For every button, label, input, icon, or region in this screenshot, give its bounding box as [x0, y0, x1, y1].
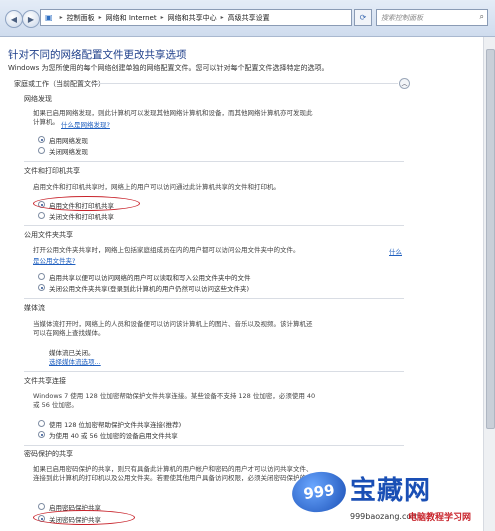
profile-header[interactable]: 家庭或工作（当前配置文件） [14, 79, 105, 89]
encryption-40-radio[interactable] [38, 431, 45, 438]
discovery-on-label[interactable]: 启用网络发现 [49, 135, 88, 145]
what-is-public-folder-link[interactable]: 什么 [389, 246, 402, 256]
search-input[interactable]: 搜索控制面板 ⌕ [376, 9, 488, 26]
breadcrumb-separator-icon: ▸ [160, 14, 164, 21]
public-off-radio[interactable] [38, 284, 45, 291]
highlight-oval [33, 196, 140, 211]
forward-button[interactable]: ▶ [22, 10, 40, 28]
watermark-slogan: 电脑教程学习网 [408, 513, 472, 523]
discovery-off-label[interactable]: 关闭网络发现 [49, 146, 88, 156]
media-options-link[interactable]: 选择媒体流选项... [49, 356, 101, 366]
breadcrumb-network-sharing-center[interactable]: 网络和共享中心 [168, 13, 217, 23]
search-icon: ⌕ [479, 12, 484, 21]
printer-off-label[interactable]: 关闭文件和打印机共享 [49, 211, 114, 221]
breadcrumb-separator-icon: ▸ [98, 14, 102, 21]
page-title: 针对不同的网络配置文件更改共享选项 [8, 49, 187, 61]
refresh-icon: ⟳ [359, 13, 367, 22]
back-button[interactable]: ◀ [5, 10, 23, 28]
encryption-128-radio[interactable] [38, 420, 45, 427]
discovery-description: 如果已启用网络发现，则此计算机可以发现其他网络计算机和设备，而其他网络计算机亦可… [33, 109, 313, 117]
refresh-button[interactable]: ⟳ [354, 9, 372, 26]
public-on-radio[interactable] [38, 273, 45, 280]
page-description: Windows 为您所使用的每个网络创建单独的网络配置文件。您可以针对每个配置文… [8, 64, 329, 72]
scrollbar-thumb[interactable] [486, 49, 495, 429]
encryption-128-label[interactable]: 使用 128 位加密帮助保护文件共享连接(推荐) [49, 419, 181, 429]
address-bar: ◀ ▶ ▣ ▸ 控制面板 ▸ 网络和 Internet ▸ 网络和共享中心 ▸ … [0, 0, 495, 37]
folder-icon: ▣ [45, 13, 53, 22]
encryption-40-label[interactable]: 为使用 40 或 56 位加密的设备启用文件共享 [49, 430, 178, 440]
divider [24, 161, 404, 162]
discovery-off-radio[interactable] [38, 147, 45, 154]
section-title-connection: 文件共享连接 [24, 377, 66, 385]
what-is-public-folder-link-line2[interactable]: 是公用文件夹? [33, 255, 75, 265]
address-box[interactable]: ▣ ▸ 控制面板 ▸ 网络和 Internet ▸ 网络和共享中心 ▸ 高级共享… [40, 9, 352, 26]
breadcrumb-advanced-sharing[interactable]: 高级共享设置 [228, 13, 270, 23]
password-on-radio[interactable] [38, 503, 45, 510]
collapse-chevron-icon[interactable]: ︿ [399, 78, 410, 89]
watermark-badge: 999 [289, 468, 349, 516]
section-title-password: 密码保护的共享 [24, 450, 73, 458]
section-title-media: 媒体流 [24, 304, 45, 312]
divider [92, 83, 398, 84]
media-description-line2: 可以在网络上查找媒体。 [33, 329, 105, 337]
public-off-label[interactable]: 关闭公用文件夹共享(登录到此计算机的用户仍然可以访问这些文件夹) [49, 283, 249, 293]
breadcrumb-network-internet[interactable]: 网络和 Internet [106, 13, 157, 23]
divider [24, 298, 404, 299]
settings-panel: 针对不同的网络配置文件更改共享选项 Windows 为您所使用的每个网络创建单独… [0, 37, 483, 531]
back-arrow-icon: ◀ [10, 14, 18, 24]
printer-description: 启用文件和打印机共享时，网络上的用户可以访问通过此计算机共享的文件和打印机。 [33, 183, 280, 191]
divider [24, 445, 404, 446]
section-title-discovery: 网络发现 [24, 95, 52, 103]
breadcrumb-separator-icon: ▸ [220, 14, 224, 21]
highlight-oval [33, 510, 135, 525]
forward-arrow-icon: ▶ [27, 14, 35, 24]
section-title-public: 公用文件夹共享 [24, 231, 73, 239]
breadcrumb-control-panel[interactable]: 控制面板 [67, 13, 95, 23]
search-placeholder: 搜索控制面板 [381, 14, 423, 22]
connection-description-line2: 或 56 位加密。 [33, 401, 78, 409]
divider [24, 225, 404, 226]
divider [24, 371, 404, 372]
discovery-description-line2: 计算机。 [33, 118, 59, 126]
watermark-name: 宝藏网 [350, 476, 432, 506]
watermark: 999 宝藏网 999baozang.com 电脑教程学习网 [289, 468, 483, 531]
breadcrumb-separator-icon: ▸ [59, 14, 63, 21]
vertical-scrollbar[interactable] [483, 37, 495, 531]
public-on-label[interactable]: 启用共享以便可以访问网络的用户可以读取和写入公用文件夹中的文件 [49, 272, 251, 282]
printer-off-radio[interactable] [38, 212, 45, 219]
password-description-line2: 连接到此计算机的打印机以及公用文件夹。若要使其他用户具备访问权限，必须关闭密码保… [33, 474, 326, 482]
section-title-printer: 文件和打印机共享 [24, 167, 80, 175]
what-is-discovery-link[interactable]: 什么是网络发现? [61, 119, 110, 129]
discovery-on-radio[interactable] [38, 136, 45, 143]
